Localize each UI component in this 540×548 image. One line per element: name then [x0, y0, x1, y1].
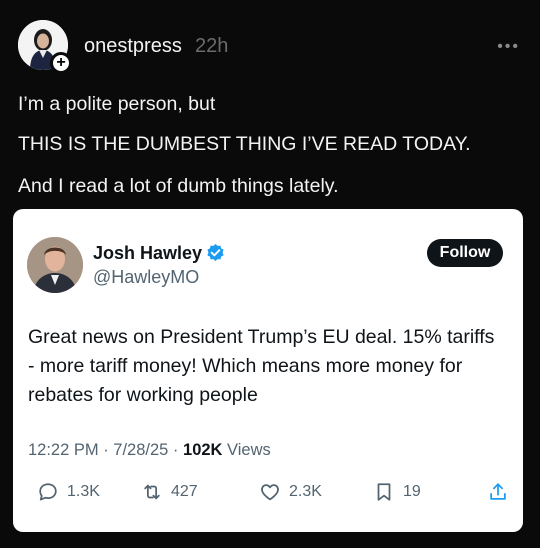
- reply-button[interactable]: 1.3K: [37, 481, 100, 503]
- quoted-post-text: Great news on President Trump’s EU deal.…: [28, 326, 495, 406]
- follow-button[interactable]: Follow: [427, 239, 503, 267]
- quoted-post-time[interactable]: 12:22 PM · 7/28/25 ·: [28, 441, 183, 459]
- retweet-icon: [141, 481, 163, 503]
- retweet-button[interactable]: 427: [141, 481, 198, 503]
- reply-icon: [37, 481, 59, 503]
- post-text-line: THIS IS THE DUMBEST THING I’VE READ TODA…: [18, 133, 471, 155]
- quoted-post-meta: 12:22 PM · 7/28/25 · 102K Views: [28, 441, 271, 460]
- post-username[interactable]: onestpress: [84, 35, 182, 58]
- quoted-post-card[interactable]: Josh Hawley @HawleyMO Follow Great news …: [13, 209, 523, 532]
- follow-plus-icon[interactable]: +: [50, 52, 72, 74]
- quoted-author-name[interactable]: Josh Hawley: [93, 243, 202, 264]
- like-icon: [259, 481, 281, 503]
- share-icon: [487, 481, 509, 503]
- quoted-handle[interactable]: @HawleyMO: [93, 267, 199, 288]
- views-count: 102K: [183, 441, 223, 459]
- bookmark-button[interactable]: 19: [373, 481, 421, 503]
- post-text-line: I’m a polite person, but: [18, 93, 216, 115]
- post-timestamp: 22h: [195, 35, 229, 57]
- bookmark-icon: [373, 481, 395, 503]
- views-label: Views: [222, 441, 271, 459]
- reply-count: 1.3K: [67, 483, 100, 500]
- like-count: 2.3K: [289, 483, 322, 500]
- post-text-line: And I read a lot of dumb things lately.: [18, 175, 339, 197]
- avatar[interactable]: +: [18, 20, 72, 74]
- like-button[interactable]: 2.3K: [259, 481, 322, 503]
- share-button[interactable]: [487, 481, 517, 503]
- retweet-count: 427: [171, 483, 198, 500]
- quoted-avatar[interactable]: [27, 237, 83, 293]
- verified-icon: [207, 243, 224, 262]
- more-icon[interactable]: •••: [497, 38, 520, 56]
- bookmark-count: 19: [403, 483, 421, 500]
